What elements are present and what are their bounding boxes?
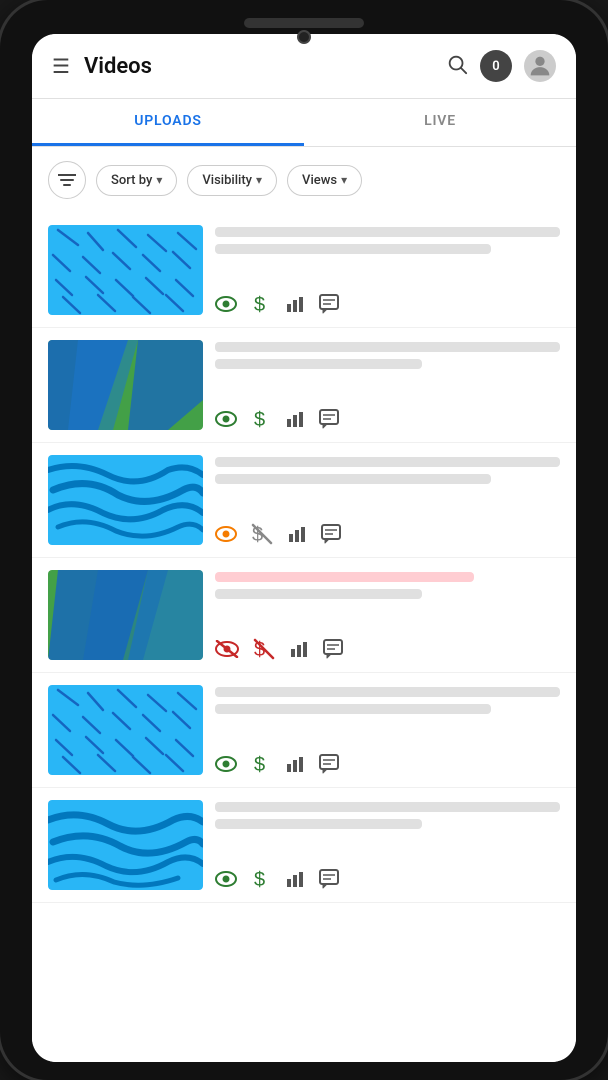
video-actions: $ [215, 408, 560, 430]
meta-line [215, 457, 560, 467]
svg-text:$: $ [254, 754, 265, 775]
video-info: $ [215, 340, 560, 430]
video-info: $ [215, 685, 560, 775]
views-button[interactable]: Views ▾ [287, 165, 362, 196]
comment-icon[interactable] [323, 639, 343, 659]
visibility-icon[interactable] [215, 296, 237, 312]
monetization-icon[interactable]: $ [251, 293, 271, 315]
avatar[interactable] [524, 50, 556, 82]
video-actions: $ [215, 523, 560, 545]
tab-uploads[interactable]: UPLOADS [32, 99, 304, 146]
list-item: $ [32, 213, 576, 328]
comment-icon[interactable] [321, 524, 341, 544]
analytics-icon[interactable] [289, 639, 309, 659]
video-info: $ [215, 800, 560, 890]
video-meta-lines [215, 457, 560, 484]
video-thumbnail[interactable] [48, 455, 203, 545]
video-thumbnail[interactable] [48, 225, 203, 315]
video-info: $ [215, 225, 560, 315]
comment-icon[interactable] [319, 869, 339, 889]
video-list: $ [32, 213, 576, 1062]
video-thumbnail[interactable] [48, 570, 203, 660]
filters-bar: Sort by ▾ Visibility ▾ Views ▾ [32, 147, 576, 213]
visibility-hidden-icon[interactable] [215, 640, 239, 658]
video-actions: $ [215, 753, 560, 775]
list-item: $ [32, 673, 576, 788]
tab-live[interactable]: LIVE [304, 99, 576, 146]
video-info: $ [215, 455, 560, 545]
svg-text:$: $ [254, 409, 265, 430]
meta-line [215, 227, 560, 237]
notification-badge[interactable]: 0 [480, 50, 512, 82]
video-thumbnail[interactable] [48, 340, 203, 430]
meta-line [215, 244, 491, 254]
video-meta-lines [215, 342, 560, 369]
video-actions: $ [215, 868, 560, 890]
header-actions: 0 [446, 50, 556, 82]
video-thumbnail[interactable] [48, 800, 203, 890]
comment-icon[interactable] [319, 294, 339, 314]
visibility-button[interactable]: Visibility ▾ [187, 165, 277, 196]
tabs: UPLOADS LIVE [32, 99, 576, 147]
list-item: $ [32, 788, 576, 903]
video-meta-lines [215, 687, 560, 714]
filter-icon-button[interactable] [48, 161, 86, 199]
visibility-icon[interactable] [215, 411, 237, 427]
video-thumbnail[interactable] [48, 685, 203, 775]
monetization-icon[interactable]: $ [251, 753, 271, 775]
list-item: $ [32, 558, 576, 673]
phone-notch [32, 18, 576, 28]
meta-line [215, 687, 560, 697]
meta-line [215, 819, 422, 829]
monetization-disabled-icon[interactable]: $ [251, 523, 273, 545]
video-actions: $ [215, 638, 560, 660]
chevron-down-icon: ▾ [341, 173, 347, 187]
svg-text:$: $ [254, 869, 265, 890]
video-actions: $ [215, 293, 560, 315]
meta-line [215, 704, 491, 714]
video-meta-lines [215, 572, 560, 599]
visibility-icon[interactable] [215, 526, 237, 542]
monetization-disabled-icon[interactable]: $ [253, 638, 275, 660]
list-item: $ [32, 328, 576, 443]
meta-line [215, 474, 491, 484]
svg-text:$: $ [254, 294, 265, 315]
phone-shell: ☰ Videos 0 UPLOADS [0, 0, 608, 1080]
screen: ☰ Videos 0 UPLOADS [32, 34, 576, 1062]
list-item: $ [32, 443, 576, 558]
visibility-icon[interactable] [215, 756, 237, 772]
monetization-icon[interactable]: $ [251, 868, 271, 890]
comment-icon[interactable] [319, 754, 339, 774]
analytics-icon[interactable] [285, 409, 305, 429]
meta-line [215, 572, 474, 582]
visibility-icon[interactable] [215, 871, 237, 887]
analytics-icon[interactable] [285, 294, 305, 314]
menu-icon[interactable]: ☰ [52, 54, 70, 78]
meta-line [215, 359, 422, 369]
monetization-icon[interactable]: $ [251, 408, 271, 430]
comment-icon[interactable] [319, 409, 339, 429]
sort-by-button[interactable]: Sort by ▾ [96, 165, 177, 196]
video-meta-lines [215, 802, 560, 829]
meta-line [215, 802, 560, 812]
chevron-down-icon: ▾ [156, 173, 162, 187]
meta-line [215, 342, 560, 352]
analytics-icon[interactable] [285, 754, 305, 774]
page-title: Videos [84, 54, 446, 79]
phone-camera [297, 30, 311, 44]
video-meta-lines [215, 227, 560, 254]
notch-bar [244, 18, 364, 28]
meta-line [215, 589, 422, 599]
video-info: $ [215, 570, 560, 660]
search-icon[interactable] [446, 53, 468, 80]
analytics-icon[interactable] [285, 869, 305, 889]
analytics-icon[interactable] [287, 524, 307, 544]
chevron-down-icon: ▾ [256, 173, 262, 187]
